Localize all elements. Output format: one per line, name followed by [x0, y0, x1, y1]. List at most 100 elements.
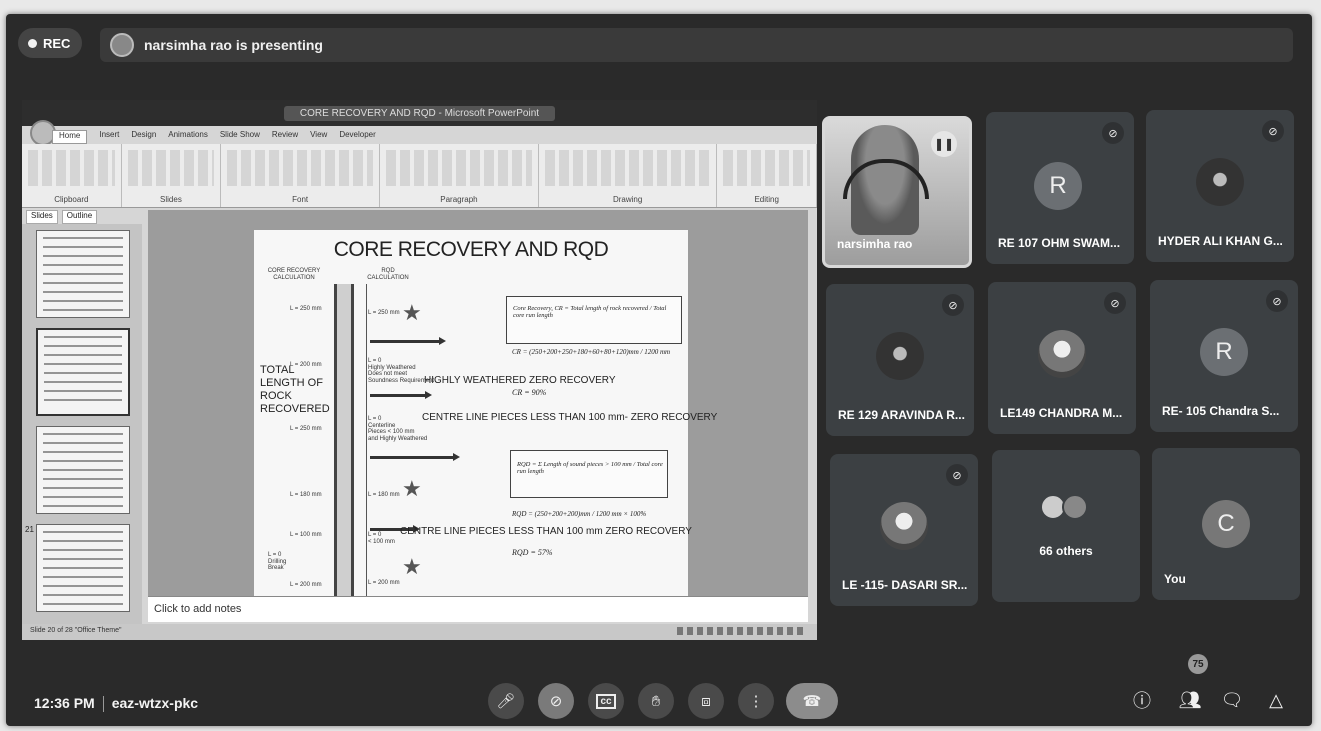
meeting-code: eaz-wtzx-pkc [111, 695, 199, 711]
activities-button[interactable]: △ [1262, 686, 1290, 714]
mic-icon: 🎤︎ [496, 693, 516, 710]
highly-weathered-label: HIGHLY WEATHERED ZERO RECOVERY [424, 375, 616, 386]
ribbon-group-label: Editing [754, 195, 779, 204]
slide-canvas: CORE RECOVERY AND RQD CORE RECOVERY CALC… [148, 210, 808, 596]
chat-button[interactable]: 🗨︎ [1218, 686, 1246, 714]
ribbon-tab: Design [131, 130, 157, 139]
avatar: R [1034, 162, 1082, 210]
left-note: L = 200 mm [290, 582, 322, 588]
arrow-icon [370, 337, 446, 345]
participant-name: narsimha rao [837, 237, 913, 251]
ribbon-tab: View [310, 130, 328, 139]
slide-pane-tabs: Slides Outline [22, 210, 142, 224]
participant-tile[interactable]: ⊘ HYDER ALI KHAN G... [1146, 110, 1294, 262]
meeting-info-button[interactable]: ⓘ [1128, 686, 1156, 714]
more-options-button[interactable]: ⋮ [738, 683, 774, 719]
ribbon-tabs: Home Insert Design Animations Slide Show… [52, 130, 376, 144]
core-sample [334, 284, 354, 596]
pane-tab-outline: Outline [61, 210, 98, 224]
participant-tile[interactable]: ⊘ RE 129 ARAVINDA R... [826, 284, 974, 436]
cr-formula: Core Recovery, CR = Total length of rock… [513, 305, 667, 319]
ribbon-tab: Home [52, 130, 88, 144]
more-options-icon: ⋮ [748, 693, 764, 710]
recording-indicator: REC [18, 28, 82, 58]
camera-button[interactable]: ⊘ [538, 683, 574, 719]
participant-name: LE149 CHANDRA M... [1000, 406, 1123, 420]
slide-thumbnail [36, 230, 130, 318]
ribbon-group-label: Clipboard [54, 195, 89, 204]
avatar [876, 332, 924, 380]
status-text: Slide 20 of 28 "Office Theme" [30, 627, 122, 634]
participant-name: HYDER ALI KHAN G... [1158, 234, 1283, 248]
camera-off-icon: ⊘ [549, 693, 563, 710]
clock-time: 12:36 PM [34, 695, 95, 711]
centre-line-label-2: CENTRE LINE PIECES LESS THAN 100 mm ZERO… [400, 526, 692, 537]
people-button[interactable]: 👥︎ [1176, 686, 1204, 714]
participant-name: You [1164, 572, 1186, 586]
left-note: L = 0 Drilling Break [268, 552, 287, 572]
centre-line-label-1: CENTRE LINE PIECES LESS THAN 100 mm- ZER… [422, 412, 718, 423]
rqd-formula: RQD = Σ Length of sound pieces > 100 mm … [517, 461, 663, 475]
participant-tile[interactable]: ⊘ LE -115- DASARI SR... [830, 454, 978, 606]
slide: CORE RECOVERY AND RQD CORE RECOVERY CALC… [254, 230, 717, 596]
slide-thumbnail [36, 426, 130, 514]
cr-calculation: CR = (250+200+250+180+60+80+120)mm / 120… [512, 348, 671, 356]
avatar [880, 502, 928, 550]
star-icon: ★ [402, 476, 422, 501]
self-tile[interactable]: C You [1152, 448, 1300, 600]
activities-icon: △ [1269, 689, 1283, 710]
record-dot-icon [28, 38, 37, 48]
leave-call-button[interactable]: ☎︎ [786, 683, 838, 719]
present-button[interactable]: ⧈ [688, 683, 724, 719]
ribbon-group: Drawing [539, 144, 718, 207]
participant-name: LE -115- DASARI SR... [842, 578, 968, 592]
participant-tile[interactable]: ⊘ LE149 CHANDRA M... [988, 282, 1136, 434]
mic-muted-icon: ⊘ [1104, 292, 1126, 314]
rqd-note: L = 180 mm [368, 492, 400, 498]
ribbon-tab: Insert [99, 130, 120, 139]
slide-title: CORE RECOVERY AND RQD [333, 238, 609, 261]
captions-button[interactable]: cc [588, 683, 624, 719]
ribbon-group-label: Drawing [612, 195, 643, 204]
rqd-note: L = 250 mm [368, 310, 400, 316]
star-icon: ★ [402, 554, 422, 579]
chat-icon: 🗨︎ [1220, 689, 1244, 710]
avatar [1038, 330, 1086, 378]
rqd-calculation: RQD = (250+200+200)mm / 1200 mm × 100% [512, 510, 647, 518]
ribbon-group-label: Paragraph [440, 195, 478, 204]
mic-button[interactable]: 🎤︎ [488, 683, 524, 719]
left-note: L = 180 mm [290, 492, 322, 498]
ribbon-group-label: Slides [160, 195, 182, 204]
recording-label: REC [43, 35, 71, 51]
ribbon-tab: Developer [339, 130, 376, 139]
ribbon: Clipboard Slides Font Paragraph Drawing … [22, 144, 817, 208]
rqd-note: L = 200 mm [368, 580, 400, 586]
mic-muted-icon: ⊘ [1262, 120, 1284, 142]
raise-hand-button[interactable]: ✋︎ [638, 683, 674, 719]
mic-muted-icon: ⊘ [946, 464, 968, 486]
slide-thumbnails: 21 [22, 224, 142, 624]
zoom-slider [677, 627, 807, 635]
rqd-result: RQD = 57% [512, 548, 553, 557]
avatar [1062, 494, 1088, 520]
raise-hand-icon: ✋︎ [651, 692, 661, 710]
rqd-note: L = 0 Centerline Pieces < 100 mm and Hig… [368, 416, 428, 442]
participant-tile-speaker[interactable]: ❚❚ narsimha rao [822, 116, 972, 268]
rqd-header: RQD CALCULATION [367, 268, 409, 281]
shared-screen: CORE RECOVERY AND RQD - Microsoft PowerP… [22, 100, 817, 640]
presenter-banner: narsimha rao is presenting [100, 28, 1293, 62]
ribbon-tab: Animations [168, 130, 208, 139]
avatar: C [1202, 500, 1250, 548]
ribbon-group: Font [221, 144, 381, 207]
presenter-avatar [110, 33, 134, 57]
rqd-note: L = 0 < 100 mm [368, 532, 395, 545]
participant-name: RE 129 ARAVINDA R... [838, 408, 965, 422]
participant-tile[interactable]: ⊘ R RE- 105 Chandra S... [1150, 280, 1298, 432]
notes-pane: Click to add notes [148, 596, 808, 622]
participant-tile[interactable]: ⊘ R RE 107 OHM SWAM... [986, 112, 1134, 264]
arrow-icon [370, 391, 432, 399]
ribbon-group: Editing [717, 144, 817, 207]
core-recovery-header: CORE RECOVERY CALCULATION [267, 268, 321, 281]
others-tile[interactable]: 66 others [992, 450, 1140, 602]
avatar [1196, 158, 1244, 206]
